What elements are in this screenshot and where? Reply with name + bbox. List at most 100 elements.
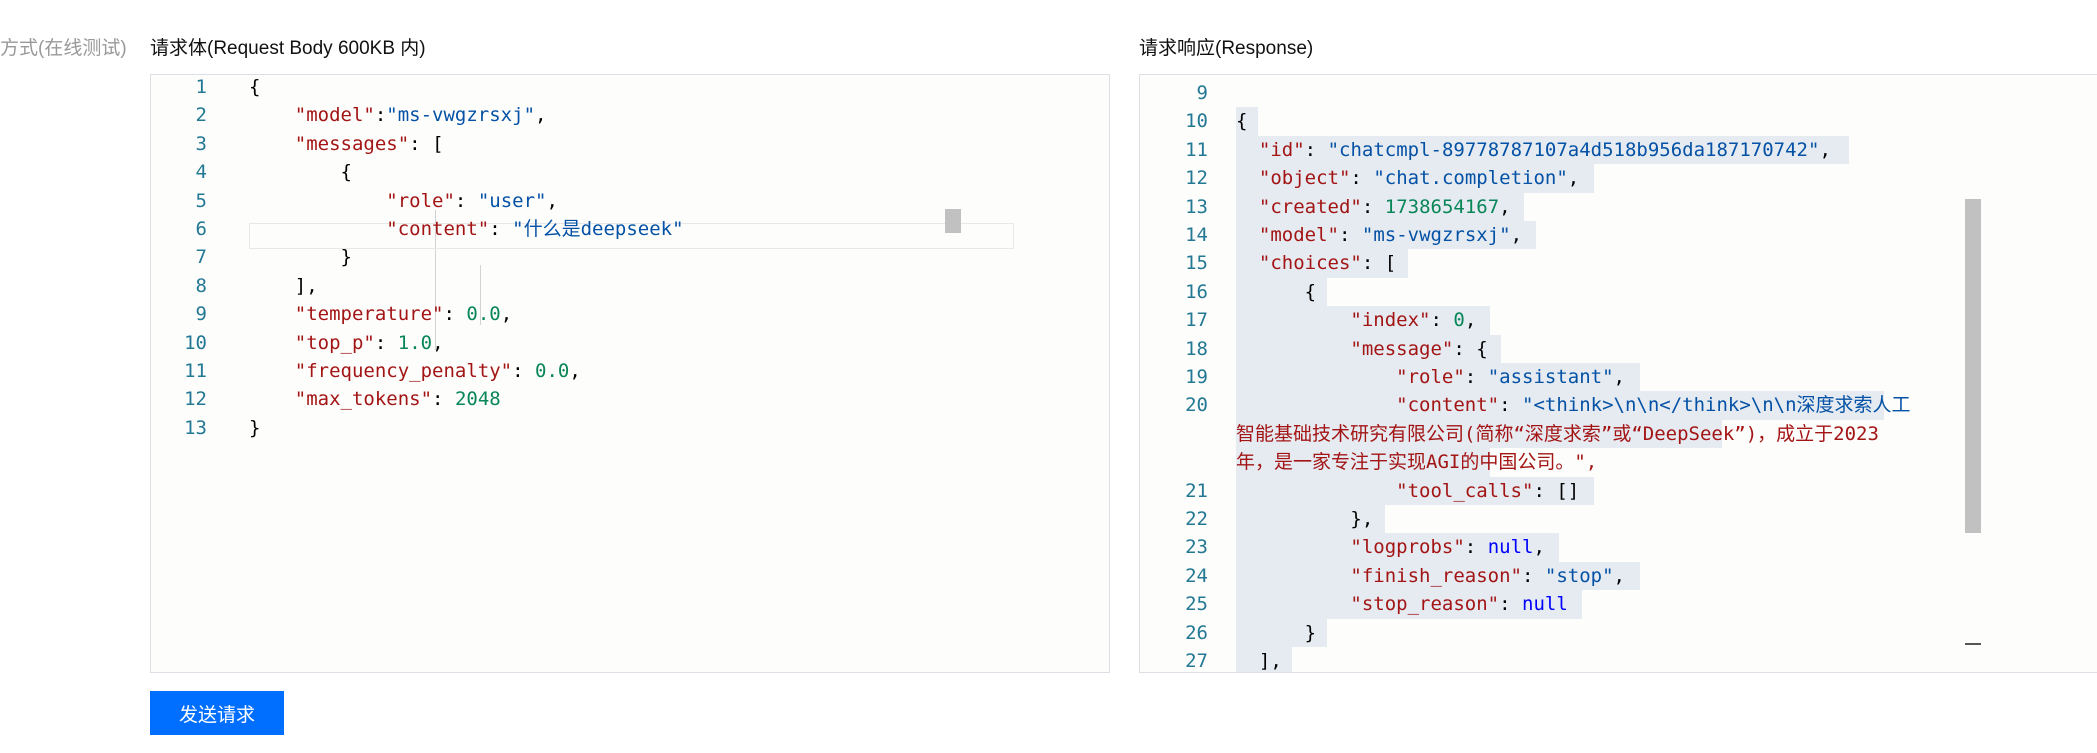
code-text: "frequency_penalty": 0.0, <box>294 360 581 382</box>
line-number: 26 <box>1185 621 1208 644</box>
code-text: "max_tokens": 2048 <box>294 388 501 411</box>
code-text: }, <box>1350 508 1374 530</box>
code-text: "index": 0, <box>1350 309 1477 332</box>
code-line: 19 "role": "assistant", <box>1140 363 1980 392</box>
code-text: "role": "assistant", <box>1396 366 1625 388</box>
code-text: { <box>1304 280 1317 303</box>
line-number: 10 <box>184 331 207 354</box>
code-line: 15 "choices": [ <box>1140 249 1980 278</box>
line-number: 2 <box>195 104 207 127</box>
code-text: "model": "ms-vwgzrsxj", <box>1258 224 1523 246</box>
line-number: 10 <box>1185 110 1208 133</box>
code-line: 智能基础技术研究有限公司(简称“深度求索”或“DeepSeek”)，成立于202… <box>1140 419 1980 449</box>
code-text: "model":"ms-vwgzrsxj", <box>294 104 547 127</box>
code-text: "content": "什么是deepseek" <box>386 218 684 240</box>
code-text: "logprobs": null, <box>1350 536 1545 559</box>
line-number: 23 <box>1185 536 1208 559</box>
response-editor[interactable]: 9 10 {11 "id": "chatcmpl-89778787107a4d518… <box>1139 74 2097 673</box>
line-number: 12 <box>1185 167 1208 190</box>
code-line: 6 "content": "什么是deepseek" <box>151 215 1109 243</box>
code-text: "top_p": 1.0, <box>294 331 444 354</box>
code-text: { <box>340 161 352 184</box>
code-line: 11 "id": "chatcmpl-89778787107a4d518b956… <box>1140 135 1980 165</box>
line-number: 17 <box>1185 309 1208 332</box>
code-line: 17 "index": 0, <box>1140 306 1980 335</box>
code-text: "object": "chat.completion", <box>1258 167 1580 190</box>
line-number: 13 <box>184 416 207 439</box>
code-text: { <box>249 76 261 98</box>
code-text: "stop_reason": null <box>1350 593 1568 616</box>
line-number: 9 <box>1196 82 1208 104</box>
code-line: 5 "role": "user", <box>151 187 1109 215</box>
code-text: "tool_calls": [] <box>1396 479 1580 502</box>
line-number: 14 <box>1185 224 1208 246</box>
line-number: 1 <box>195 76 207 98</box>
code-line: 24 "finish_reason": "stop", <box>1140 561 1980 591</box>
code-text: { <box>1236 110 1248 133</box>
code-line: 年，是一家专注于实现AGI的中国公司。", <box>1140 448 1980 477</box>
code-text: "message": { <box>1350 337 1488 360</box>
code-text: ], <box>1258 650 1282 672</box>
code-text: 智能基础技术研究有限公司(简称“深度求索”或“DeepSeek”)，成立于202… <box>1236 422 1879 445</box>
line-number: 22 <box>1185 508 1208 530</box>
line-number: 4 <box>195 161 207 184</box>
code-text: "content": "<think>\n\n</think>\n\n深度求索人… <box>1396 394 1911 417</box>
code-line: 26 } <box>1140 618 1980 647</box>
send-request-button[interactable]: 发送请求 <box>150 691 284 735</box>
line-number: 3 <box>195 132 207 155</box>
line-number: 25 <box>1185 593 1208 616</box>
code-line: 27 ], <box>1140 647 1980 672</box>
code-line: 11 "frequency_penalty": 0.0, <box>151 357 1109 385</box>
code-line: 22 }, <box>1140 505 1980 534</box>
code-line: 14 "model": "ms-vwgzrsxj", <box>1140 221 1980 250</box>
code-text: "temperature": 0.0, <box>294 303 513 326</box>
line-number: 24 <box>1185 564 1208 587</box>
line-number: 11 <box>184 360 207 382</box>
line-number: 12 <box>184 388 207 411</box>
code-text: "choices": [ <box>1258 252 1397 275</box>
line-number: 6 <box>195 218 207 240</box>
code-line: 12 "max_tokens": 2048 <box>151 385 1109 413</box>
line-number: 9 <box>195 303 207 326</box>
code-text: } <box>1304 621 1317 644</box>
code-text: "created": 1738654167, <box>1258 195 1511 218</box>
line-number: 18 <box>1185 337 1208 360</box>
code-line: 20 "content": "<think>\n\n</think>\n\n深度… <box>1140 391 1980 420</box>
line-number: 13 <box>1185 195 1208 218</box>
line-number: 7 <box>195 246 207 269</box>
code-text: "role": "user", <box>386 189 558 212</box>
code-text: } <box>249 416 261 439</box>
code-text: ], <box>294 274 318 297</box>
line-number: 16 <box>1185 280 1208 303</box>
code-line: 10 { <box>1140 107 1980 136</box>
line-number: 19 <box>1185 366 1208 388</box>
code-line: 8 ], <box>151 272 1109 300</box>
request-body-editor[interactable]: 1{2 "model":"ms-vwgzrsxj", 3 "messages": … <box>150 74 1110 673</box>
code-line: 3 "messages": [ <box>151 130 1109 158</box>
code-line: 13 "created": 1738654167, <box>1140 192 1980 221</box>
line-number: 21 <box>1185 479 1208 502</box>
code-line: 12 "object": "chat.completion", <box>1140 164 1980 193</box>
method-label: 方式(在线测试) <box>0 38 127 59</box>
code-text: "messages": [ <box>294 132 444 155</box>
line-number: 11 <box>1185 138 1208 161</box>
line-number: 20 <box>1185 394 1208 417</box>
request-body-title: 请求体(Request Body 600KB 内) <box>150 38 426 59</box>
code-line: 4 { <box>151 158 1109 186</box>
code-line: 25 "stop_reason": null <box>1140 590 1980 619</box>
code-line: 23 "logprobs": null, <box>1140 533 1980 562</box>
code-text: } <box>340 246 352 269</box>
code-line: 9 "temperature": 0.0, <box>151 300 1109 328</box>
code-line: 10 "top_p": 1.0, <box>151 329 1109 357</box>
code-text: 年，是一家专注于实现AGI的中国公司。", <box>1236 451 1598 474</box>
response-title: 请求响应(Response) <box>1139 38 1314 59</box>
code-text: "finish_reason": "stop", <box>1350 564 1625 587</box>
line-number: 15 <box>1185 252 1208 275</box>
line-number: 8 <box>195 274 207 297</box>
line-number: 5 <box>195 189 207 212</box>
code-line: 16 { <box>1140 277 1980 307</box>
line-number: 27 <box>1185 650 1208 672</box>
code-text: "id": "chatcmpl-89778787107a4d518b956da1… <box>1258 138 1831 161</box>
code-line: 2 "model":"ms-vwgzrsxj", <box>151 101 1109 129</box>
code-line: 21 "tool_calls": [] <box>1140 476 1980 505</box>
